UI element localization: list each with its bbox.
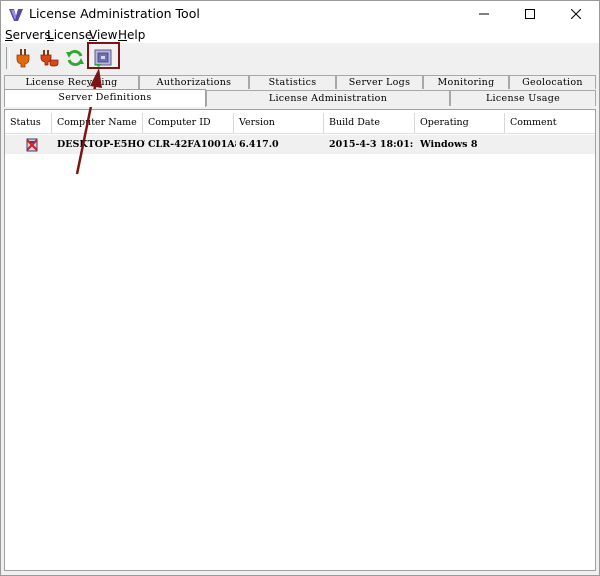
tab-server-definitions[interactable]: Server Definitions <box>4 89 206 107</box>
title-bar[interactable]: License Administration Tool <box>1 1 599 27</box>
annotation-highlight-box <box>87 42 120 69</box>
refresh-icon <box>66 49 84 67</box>
column-header-computer-name[interactable]: Computer Name <box>52 113 143 133</box>
close-icon <box>571 9 581 19</box>
cell-build-date: 2015-4-3 18:01: <box>329 139 414 150</box>
tab-statistics[interactable]: Statistics <box>249 75 336 89</box>
table-row[interactable]: DESKTOP-E5HOT4U CLR-42FA1001A8E 6.417.0 … <box>5 135 595 154</box>
disconnect-button[interactable] <box>37 46 61 70</box>
server-status-icon <box>25 137 39 156</box>
close-button[interactable] <box>553 1 599 27</box>
connect-plug-icon <box>16 49 30 68</box>
header-divider <box>5 133 595 134</box>
tab-license-administration[interactable]: License Administration <box>206 90 450 106</box>
cell-computer-name: DESKTOP-E5HOT4U <box>57 139 145 150</box>
menu-license[interactable]: License <box>47 28 92 42</box>
disconnect-plug-icon <box>40 50 59 67</box>
tab-server-logs[interactable]: Server Logs <box>336 75 423 89</box>
tab-license-recycling[interactable]: License Recycling <box>4 75 139 89</box>
column-header-operating-system[interactable]: Operating System <box>415 113 505 148</box>
window-title: License Administration Tool <box>29 6 200 21</box>
column-header-version[interactable]: Version <box>234 113 324 133</box>
column-header-build-date[interactable]: Build Date <box>324 113 415 133</box>
column-header-status[interactable]: Status <box>5 113 52 133</box>
toolbar-separator <box>6 47 10 69</box>
app-window: License Administration Tool Servers Lice… <box>0 0 600 576</box>
tab-monitoring[interactable]: Monitoring <box>423 75 509 89</box>
refresh-button[interactable] <box>63 46 87 70</box>
tab-control: License Recycling Authorizations Statist… <box>1 73 599 107</box>
tab-license-usage[interactable]: License Usage <box>450 90 596 106</box>
column-header-computer-id[interactable]: Computer ID <box>143 113 234 133</box>
menu-servers[interactable]: Servers <box>5 28 51 42</box>
minimize-button[interactable] <box>461 1 507 27</box>
menu-view[interactable]: View <box>89 28 117 42</box>
menu-help[interactable]: Help <box>118 28 145 42</box>
cell-operating-system: Windows 8 <box>420 139 478 150</box>
maximize-icon <box>525 9 535 19</box>
server-list[interactable]: Status Computer Name Computer ID Version… <box>4 109 596 571</box>
cell-version: 6.417.0 <box>239 139 279 150</box>
maximize-button[interactable] <box>507 1 553 27</box>
column-header-comment[interactable]: Comment <box>505 113 595 133</box>
menu-bar: Servers License View Help <box>1 27 599 43</box>
tab-authorizations[interactable]: Authorizations <box>139 75 249 89</box>
cell-comment <box>510 135 590 154</box>
minimize-icon <box>479 13 489 15</box>
tab-geolocation[interactable]: Geolocation <box>509 75 596 89</box>
app-logo-icon <box>8 7 24 21</box>
cell-computer-id: CLR-42FA1001A8E <box>148 139 236 150</box>
connect-button[interactable] <box>11 46 35 70</box>
